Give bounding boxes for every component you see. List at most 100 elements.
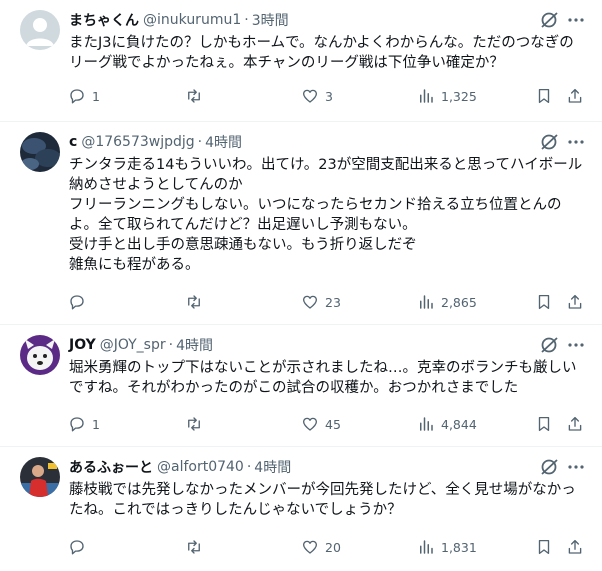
like-count: 3 <box>325 88 333 104</box>
retweet-icon <box>188 540 200 554</box>
retweet-button[interactable] <box>185 86 209 106</box>
retweet-icon <box>188 295 200 309</box>
avatar[interactable] <box>20 335 60 375</box>
retweet-button[interactable] <box>185 292 209 312</box>
retweet-button[interactable] <box>185 414 209 434</box>
separator-dot: · <box>246 459 252 475</box>
tweet-text: 堀米勇輝のトップ下はないことが示されましたね…。克幸のボランチも厳しいですね。そ… <box>69 360 577 396</box>
tweet-actions: 1 3 1,325 <box>60 86 592 106</box>
reply-icon <box>70 295 84 310</box>
retweet-icon <box>188 417 200 431</box>
tweet-header: あるふぉーと @alfort0740 · 4時間 <box>69 457 592 477</box>
more-options-icon[interactable] <box>566 457 586 477</box>
share-icon <box>568 294 582 309</box>
reply-icon <box>70 417 84 432</box>
separator-dot: · <box>197 134 203 150</box>
more-options-icon[interactable] <box>566 10 586 30</box>
heart-icon <box>302 417 318 431</box>
display-name[interactable]: JOY <box>69 337 96 353</box>
share-icon <box>568 539 582 554</box>
like-count: 23 <box>325 294 341 310</box>
heart-icon <box>302 89 318 103</box>
tweet-actions: 23 2,865 <box>60 292 592 312</box>
timestamp[interactable]: 4時間 <box>254 457 291 477</box>
timestamp[interactable]: 4時間 <box>176 335 213 355</box>
reply-tweet[interactable]: JOY @JOY_spr · 4時間 堀米勇輝のトップ下はないことが示されました… <box>0 325 602 447</box>
separator-dot: · <box>168 337 174 353</box>
avatar[interactable] <box>20 10 60 50</box>
views-icon <box>420 540 433 554</box>
share-button[interactable] <box>566 86 584 106</box>
reply-count: 1 <box>92 416 100 432</box>
default-avatar-icon <box>20 10 60 50</box>
reply-tweet[interactable]: あるふぉーと @alfort0740 · 4時間 藤枝戦では先発しなかったメンバ… <box>0 447 602 571</box>
share-button[interactable] <box>566 537 584 557</box>
views-button[interactable]: 1,325 <box>417 86 477 106</box>
reply-button[interactable] <box>68 292 92 312</box>
display-name[interactable]: c <box>69 134 77 150</box>
display-name[interactable]: まちゃくん <box>69 10 139 30</box>
views-button[interactable]: 2,865 <box>417 292 477 312</box>
views-icon <box>420 89 433 103</box>
bookmark-icon <box>538 88 550 104</box>
heart-icon <box>302 540 318 554</box>
grok-icon[interactable] <box>538 457 560 477</box>
retweet-icon <box>188 89 200 103</box>
reply-button[interactable]: 1 <box>68 414 100 434</box>
user-handle[interactable]: @JOY_spr <box>100 337 166 353</box>
tweet-header: JOY @JOY_spr · 4時間 <box>69 335 592 355</box>
soccer-player-avatar-icon <box>20 457 60 497</box>
avatar[interactable] <box>20 132 60 172</box>
display-name[interactable]: あるふぉーと <box>69 457 153 477</box>
bookmark-icon <box>538 294 550 310</box>
grok-icon[interactable] <box>538 10 560 30</box>
user-handle[interactable]: @alfort0740 <box>157 459 244 475</box>
share-icon <box>568 416 582 431</box>
reply-button[interactable] <box>68 537 92 557</box>
view-count: 2,865 <box>441 294 477 310</box>
timestamp[interactable]: 3時間 <box>252 10 289 30</box>
reply-tweet[interactable]: まちゃくん @inukurumu1 · 3時間 またJ3に負けたの？しかもホーム… <box>0 0 602 122</box>
bookmark-icon <box>538 416 550 432</box>
more-options-icon[interactable] <box>566 335 586 355</box>
bookmark-button[interactable] <box>535 537 553 557</box>
dog-mascot-avatar-icon <box>20 335 60 375</box>
user-handle[interactable]: @176573wjpdjg <box>81 134 194 150</box>
like-button[interactable]: 20 <box>301 537 341 557</box>
like-count: 45 <box>325 416 341 432</box>
tweet-header: まちゃくん @inukurumu1 · 3時間 <box>69 10 592 30</box>
view-count: 1,831 <box>441 539 477 555</box>
tweet-text: またJ3に負けたの？しかもホームで。なんかよくわからんな。ただのつなぎのリーグ戦… <box>69 35 574 71</box>
view-count: 4,844 <box>441 416 477 432</box>
view-count: 1,325 <box>441 88 477 104</box>
reply-icon <box>70 89 84 104</box>
heart-icon <box>302 295 318 309</box>
user-handle[interactable]: @inukurumu1 <box>143 12 241 28</box>
like-button[interactable]: 3 <box>301 86 333 106</box>
like-button[interactable]: 23 <box>301 292 341 312</box>
like-count: 20 <box>325 539 341 555</box>
tweet-text: 藤枝戦では先発しなかったメンバーが今回先発したけど、全く見せ場がなかったね。これ… <box>69 482 576 518</box>
grok-icon[interactable] <box>538 132 560 152</box>
views-button[interactable]: 1,831 <box>417 537 477 557</box>
reply-icon <box>70 540 84 555</box>
tweet-text: チンタラ走る14もういいわ。出てけ。23が空間支配出来ると思ってハイボール納めさ… <box>69 157 583 273</box>
share-button[interactable] <box>566 414 584 434</box>
bookmark-button[interactable] <box>535 86 553 106</box>
tweet-actions: 20 1,831 <box>60 537 592 557</box>
timestamp[interactable]: 4時間 <box>205 132 242 152</box>
share-button[interactable] <box>566 292 584 312</box>
bookmark-button[interactable] <box>535 414 553 434</box>
reply-tweet[interactable]: c @176573wjpdjg · 4時間 チンタラ走る14もういいわ。出てけ。… <box>0 122 602 325</box>
separator-dot: · <box>244 12 249 28</box>
tweet-header: c @176573wjpdjg · 4時間 <box>69 132 592 152</box>
retweet-button[interactable] <box>185 537 209 557</box>
views-button[interactable]: 4,844 <box>417 414 477 434</box>
grok-icon[interactable] <box>538 335 560 355</box>
reply-button[interactable]: 1 <box>68 86 100 106</box>
more-options-icon[interactable] <box>566 132 586 152</box>
views-icon <box>420 295 433 309</box>
like-button[interactable]: 45 <box>301 414 341 434</box>
avatar[interactable] <box>20 457 60 497</box>
bookmark-button[interactable] <box>535 292 553 312</box>
